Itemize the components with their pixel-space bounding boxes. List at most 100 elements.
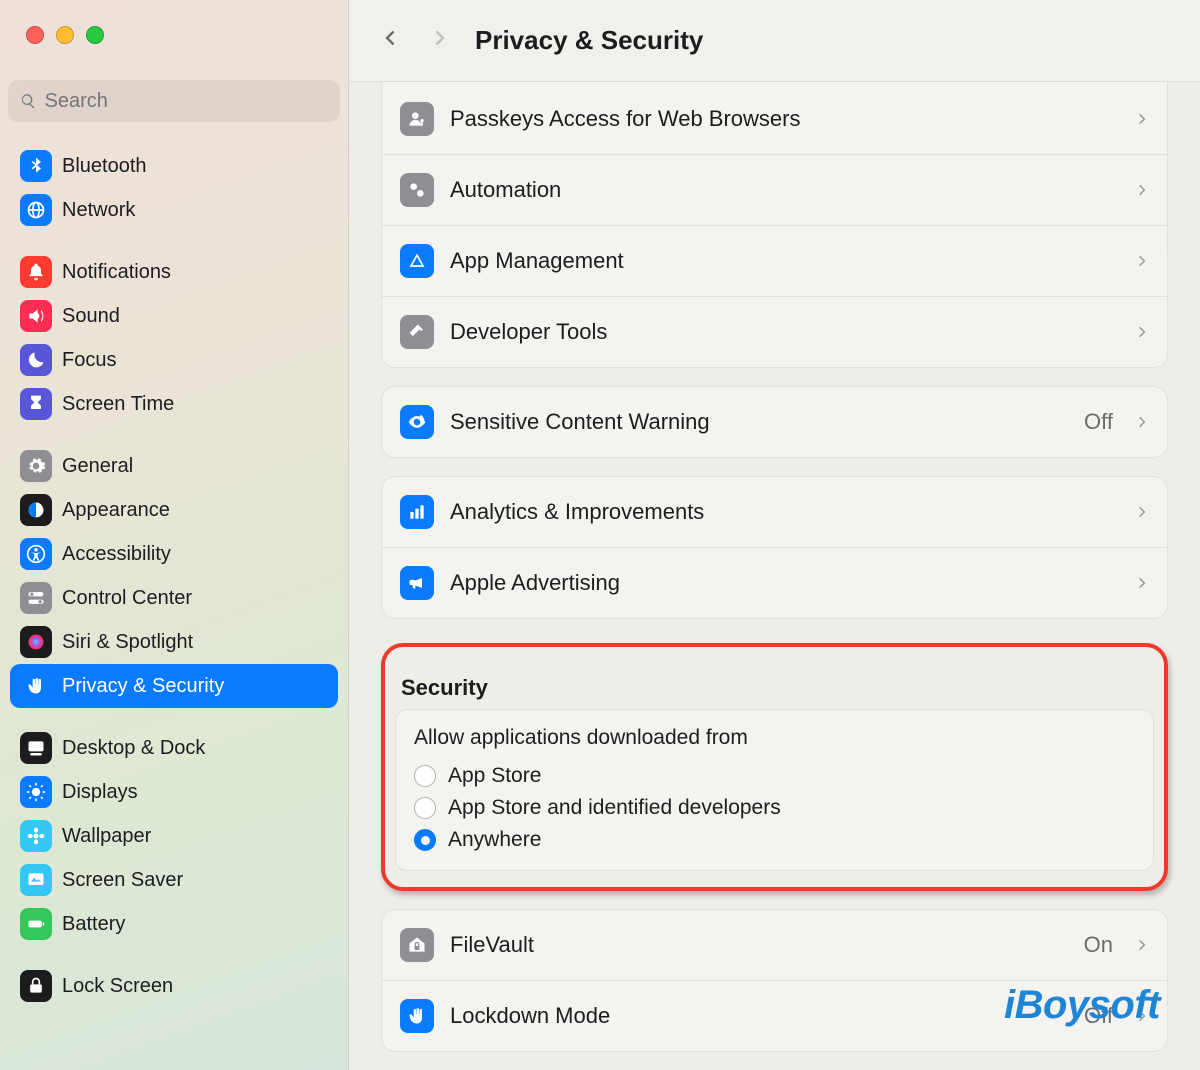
sidebar-item-label: General <box>62 455 133 478</box>
person-key-icon-container <box>400 102 434 136</box>
dock-icon-container <box>20 732 52 764</box>
person-key-icon <box>407 109 427 129</box>
chevron-right-icon <box>1135 1009 1149 1023</box>
bell-icon-container <box>20 256 52 288</box>
speaker-icon <box>26 306 46 326</box>
header: Privacy & Security <box>349 0 1200 82</box>
hand-icon <box>407 1006 427 1026</box>
globe-icon-container <box>20 194 52 226</box>
sidebar-item-label: Lock Screen <box>62 975 173 998</box>
sidebar-item-sound[interactable]: Sound <box>10 294 338 338</box>
settings-row-automation[interactable]: Automation <box>382 154 1167 225</box>
row-label: FileVault <box>450 932 1068 958</box>
row-value: Off <box>1084 1003 1113 1029</box>
sidebar-item-label: Bluetooth <box>62 155 147 178</box>
settings-card-privacy-apps: Passkeys Access for Web Browsers Automat… <box>381 82 1168 368</box>
sidebar-item-displays[interactable]: Displays <box>10 770 338 814</box>
battery-icon-container <box>20 908 52 940</box>
sidebar-item-label: Sound <box>62 305 120 328</box>
radio-option-app-store[interactable]: App Store <box>414 760 1135 792</box>
settings-row-developer-tools[interactable]: Developer Tools <box>382 296 1167 367</box>
sidebar-item-appearance[interactable]: Appearance <box>10 488 338 532</box>
appearance-icon <box>26 500 46 520</box>
bluetooth-icon-container <box>20 150 52 182</box>
radio-option-anywhere[interactable]: Anywhere <box>414 824 1135 856</box>
moon-icon-container <box>20 344 52 376</box>
sidebar-item-bluetooth[interactable]: Bluetooth <box>10 144 338 188</box>
hammer-icon <box>407 322 427 342</box>
sidebar-item-label: Battery <box>62 913 125 936</box>
radio-option-app-store-and-identified-developers[interactable]: App Store and identified developers <box>414 792 1135 824</box>
row-label: Developer Tools <box>450 319 1119 345</box>
hammer-icon-container <box>400 315 434 349</box>
chevron-right-icon <box>1135 254 1149 268</box>
settings-card-sensitive: Sensitive Content Warning Off <box>381 386 1168 458</box>
switches-icon-container <box>20 582 52 614</box>
gear-icon <box>26 456 46 476</box>
sidebar-item-wallpaper[interactable]: Wallpaper <box>10 814 338 858</box>
settings-row-app-management[interactable]: App Management <box>382 225 1167 296</box>
appstore-icon-container <box>400 244 434 278</box>
sidebar-item-notifications[interactable]: Notifications <box>10 250 338 294</box>
row-label: Analytics & Improvements <box>450 499 1119 525</box>
settings-row-lockdown-mode[interactable]: Lockdown Mode Off <box>382 980 1167 1051</box>
row-label: Sensitive Content Warning <box>450 409 1068 435</box>
chevron-right-icon <box>429 27 451 49</box>
sidebar-item-privacy-security[interactable]: Privacy & Security <box>10 664 338 708</box>
sidebar-item-label: Siri & Spotlight <box>62 631 193 654</box>
sidebar-item-desktop-dock[interactable]: Desktop & Dock <box>10 726 338 770</box>
bars-icon-container <box>400 495 434 529</box>
hand-icon-container <box>400 999 434 1033</box>
radio-button[interactable] <box>414 829 436 851</box>
settings-card-security-more: FileVault On Lockdown Mode Off <box>381 909 1168 1052</box>
settings-row-analytics-improvements[interactable]: Analytics & Improvements <box>382 477 1167 547</box>
sidebar-item-network[interactable]: Network <box>10 188 338 232</box>
sidebar-item-screen-time[interactable]: Screen Time <box>10 382 338 426</box>
content-scroll: Passkeys Access for Web Browsers Automat… <box>349 82 1200 1070</box>
sidebar-item-label: Desktop & Dock <box>62 737 205 760</box>
settings-row-apple-advertising[interactable]: Apple Advertising <box>382 547 1167 618</box>
lock-icon-container <box>20 970 52 1002</box>
sun-icon <box>26 782 46 802</box>
lock-icon <box>26 976 46 996</box>
security-highlight-box: Security Allow applications downloaded f… <box>381 643 1168 891</box>
minimize-window-button[interactable] <box>56 26 74 44</box>
bell-icon <box>26 262 46 282</box>
sidebar-item-label: Accessibility <box>62 543 171 566</box>
sun-icon-container <box>20 776 52 808</box>
sidebar-item-general[interactable]: General <box>10 444 338 488</box>
sidebar-item-label: Wallpaper <box>62 825 151 848</box>
sidebar-item-lock-screen[interactable]: Lock Screen <box>10 964 338 1008</box>
row-label: Automation <box>450 177 1119 203</box>
sidebar-item-siri-spotlight[interactable]: Siri & Spotlight <box>10 620 338 664</box>
bluetooth-icon <box>26 156 46 176</box>
page-title: Privacy & Security <box>475 25 703 56</box>
search-field-container[interactable] <box>8 80 340 122</box>
settings-row-filevault[interactable]: FileVault On <box>382 910 1167 980</box>
sidebar-item-accessibility[interactable]: Accessibility <box>10 532 338 576</box>
nav-arrows <box>379 27 451 54</box>
sidebar: Bluetooth Network Notifications Sound Focus S… <box>0 0 349 1070</box>
chevron-right-icon <box>1135 505 1149 519</box>
sidebar-item-screen-saver[interactable]: Screen Saver <box>10 858 338 902</box>
radio-button[interactable] <box>414 765 436 787</box>
close-window-button[interactable] <box>26 26 44 44</box>
settings-card-analytics: Analytics & Improvements Apple Advertisi… <box>381 476 1168 619</box>
siri-icon <box>26 632 46 652</box>
house-lock-icon-container <box>400 928 434 962</box>
search-input[interactable] <box>45 90 328 113</box>
search-icon <box>20 92 37 110</box>
radio-button[interactable] <box>414 797 436 819</box>
nav-forward-button[interactable] <box>429 27 451 54</box>
settings-row-sensitive-content-warning[interactable]: Sensitive Content Warning Off <box>382 387 1167 457</box>
nav-back-button[interactable] <box>379 27 401 54</box>
hourglass-icon <box>26 394 46 414</box>
row-label: Passkeys Access for Web Browsers <box>450 106 1119 132</box>
sidebar-item-battery[interactable]: Battery <box>10 902 338 946</box>
sidebar-item-focus[interactable]: Focus <box>10 338 338 382</box>
fullscreen-window-button[interactable] <box>86 26 104 44</box>
speaker-icon-container <box>20 300 52 332</box>
settings-row-passkeys-access-for-web-browsers[interactable]: Passkeys Access for Web Browsers <box>382 82 1167 154</box>
sidebar-item-control-center[interactable]: Control Center <box>10 576 338 620</box>
sidebar-item-label: Focus <box>62 349 116 372</box>
